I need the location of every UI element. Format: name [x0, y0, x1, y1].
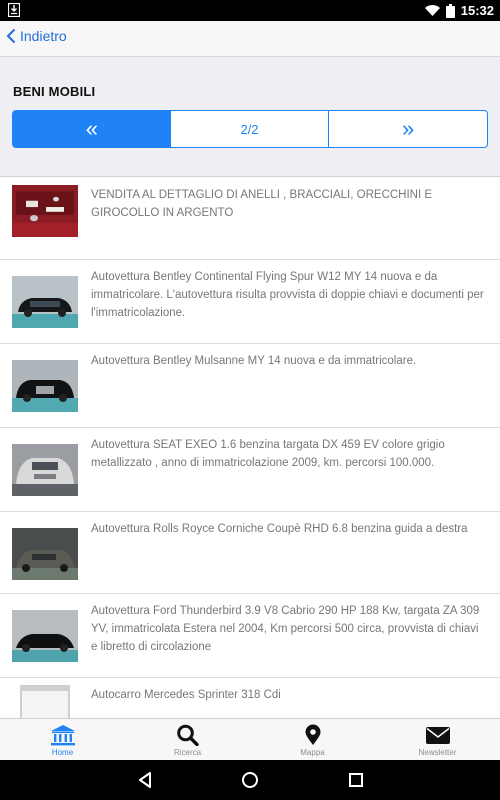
back-button[interactable]: Indietro: [6, 28, 67, 44]
next-page-button[interactable]: »: [329, 111, 487, 147]
tab-label: Home: [51, 748, 74, 757]
tab-search[interactable]: Ricerca: [125, 719, 250, 760]
item-description: VENDITA AL DETTAGLIO DI ANELLI , BRACCIA…: [91, 189, 433, 219]
item-description: Autovettura SEAT EXEO 1.6 benzina targat…: [91, 439, 445, 469]
list-item[interactable]: Autovettura SEAT EXEO 1.6 benzina targat…: [0, 428, 500, 512]
battery-icon: [445, 3, 455, 18]
wifi-icon: [424, 4, 440, 16]
tab-label: Ricerca: [173, 748, 202, 757]
item-thumbnail-car: [12, 528, 78, 580]
search-icon: [176, 724, 199, 746]
tab-newsletter[interactable]: Newsletter: [375, 719, 500, 760]
list-item[interactable]: Autocarro Mercedes Sprinter 318 Cdi: [0, 678, 500, 718]
status-bar: 15:32: [0, 0, 500, 21]
bank-icon: [50, 725, 75, 746]
tab-bar: Home Ricerca Mappa Newsletter: [0, 718, 500, 760]
tab-home[interactable]: Home: [0, 719, 125, 760]
download-notification-icon: [8, 3, 20, 17]
chevron-left-icon: [6, 28, 16, 44]
item-description: Autovettura Bentley Mulsanne MY 14 nuova…: [91, 355, 417, 367]
item-thumbnail-car: [12, 276, 78, 328]
system-navigation-bar: [0, 760, 500, 800]
home-circle-icon[interactable]: [240, 770, 260, 790]
section-title: BENI MOBILI: [13, 84, 96, 99]
item-thumbnail-jewelry: [12, 185, 78, 237]
clock: 15:32: [460, 3, 494, 18]
list-item[interactable]: Autovettura Bentley Continental Flying S…: [0, 260, 500, 344]
map-pin-icon: [305, 724, 320, 745]
pager: « 2/2 »: [12, 110, 488, 148]
item-thumbnail-car: [12, 444, 78, 496]
item-description: Autocarro Mercedes Sprinter 318 Cdi: [91, 689, 281, 701]
list-item[interactable]: Autovettura Rolls Royce Corniche Coupè R…: [0, 512, 500, 594]
item-thumbnail-van: [20, 685, 70, 718]
list-item[interactable]: Autovettura Ford Thunderbird 3.9 V8 Cabr…: [0, 594, 500, 678]
previous-page-button[interactable]: «: [13, 111, 171, 147]
item-description: Autovettura Bentley Continental Flying S…: [91, 271, 484, 319]
page-indicator: 2/2: [171, 111, 330, 147]
list-item[interactable]: Autovettura Bentley Mulsanne MY 14 nuova…: [0, 344, 500, 428]
item-thumbnail-car: [12, 360, 78, 412]
tab-label: Mappa: [300, 748, 325, 757]
navigation-bar: Indietro: [0, 21, 500, 57]
item-description: Autovettura Ford Thunderbird 3.9 V8 Cabr…: [91, 605, 480, 653]
back-triangle-icon[interactable]: [135, 770, 155, 790]
list-header: BENI MOBILI « 2/2 »: [0, 57, 500, 177]
recents-square-icon[interactable]: [346, 770, 366, 790]
item-thumbnail-car: [12, 610, 78, 662]
tab-map[interactable]: Mappa: [250, 719, 375, 760]
tab-label: Newsletter: [418, 748, 457, 757]
items-list[interactable]: VENDITA AL DETTAGLIO DI ANELLI , BRACCIA…: [0, 178, 500, 718]
list-item[interactable]: VENDITA AL DETTAGLIO DI ANELLI , BRACCIA…: [0, 178, 500, 260]
envelope-icon: [425, 727, 450, 744]
item-description: Autovettura Rolls Royce Corniche Coupè R…: [91, 523, 468, 535]
back-label: Indietro: [20, 28, 67, 44]
